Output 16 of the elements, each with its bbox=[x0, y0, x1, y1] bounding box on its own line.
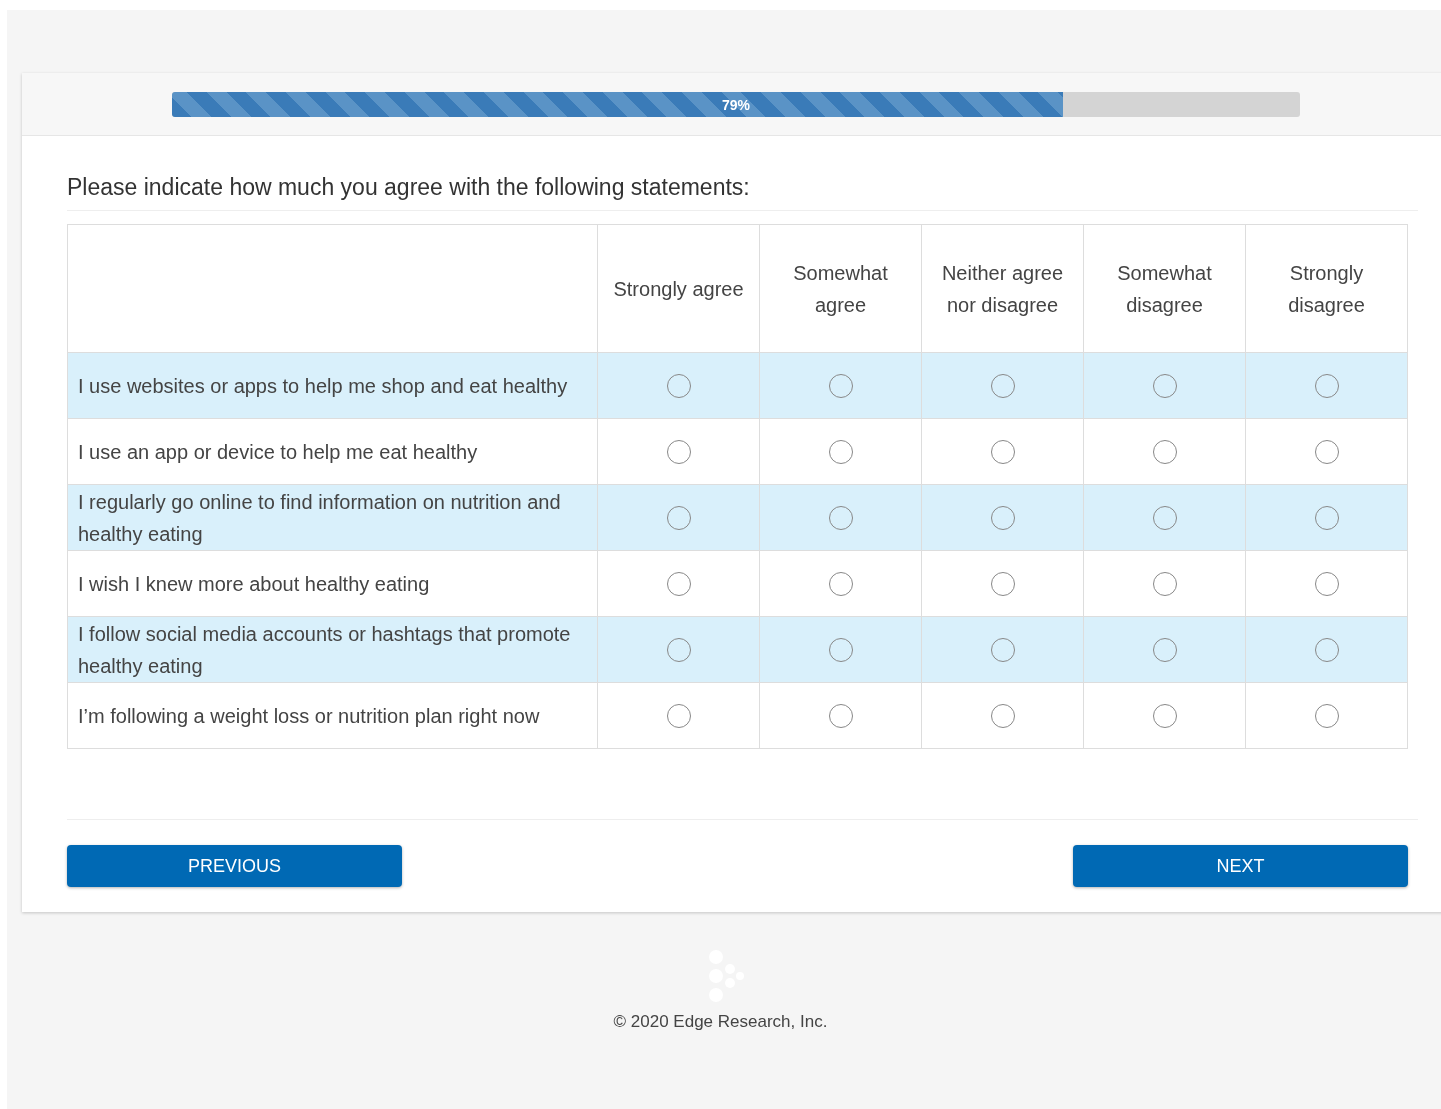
question-text: Please indicate how much you agree with the following statements: bbox=[67, 174, 1418, 211]
statement-text: I use an app or device to help me eat healthy bbox=[78, 440, 478, 463]
progress-label: 79% bbox=[721, 97, 751, 113]
column-header: Neither agree nor disagree bbox=[941, 261, 1064, 316]
column-header: Strongly agree bbox=[613, 277, 744, 300]
column-header: Strongly disagree bbox=[1288, 261, 1365, 316]
statement-text: I use websites or apps to help me shop and eat healthy bbox=[78, 374, 568, 397]
column-header: Somewhat disagree bbox=[1117, 261, 1212, 316]
statement-text: I’m following a weight loss or nutrition plan right now bbox=[78, 704, 540, 727]
column-header: Somewhat agree bbox=[793, 261, 888, 316]
statement-text: I wish I knew more about healthy eating bbox=[78, 572, 430, 595]
previous-button[interactable]: PREVIOUS bbox=[67, 845, 402, 887]
copyright-text: © 2020 Edge Research, Inc. bbox=[613, 1012, 828, 1032]
statement-text: I follow social media accounts or hashtags that promote healthy eating bbox=[78, 622, 571, 677]
next-button[interactable]: NEXT bbox=[1073, 845, 1408, 887]
statement-text: I regularly go online to find information on nutrition and healthy eating bbox=[78, 490, 561, 545]
